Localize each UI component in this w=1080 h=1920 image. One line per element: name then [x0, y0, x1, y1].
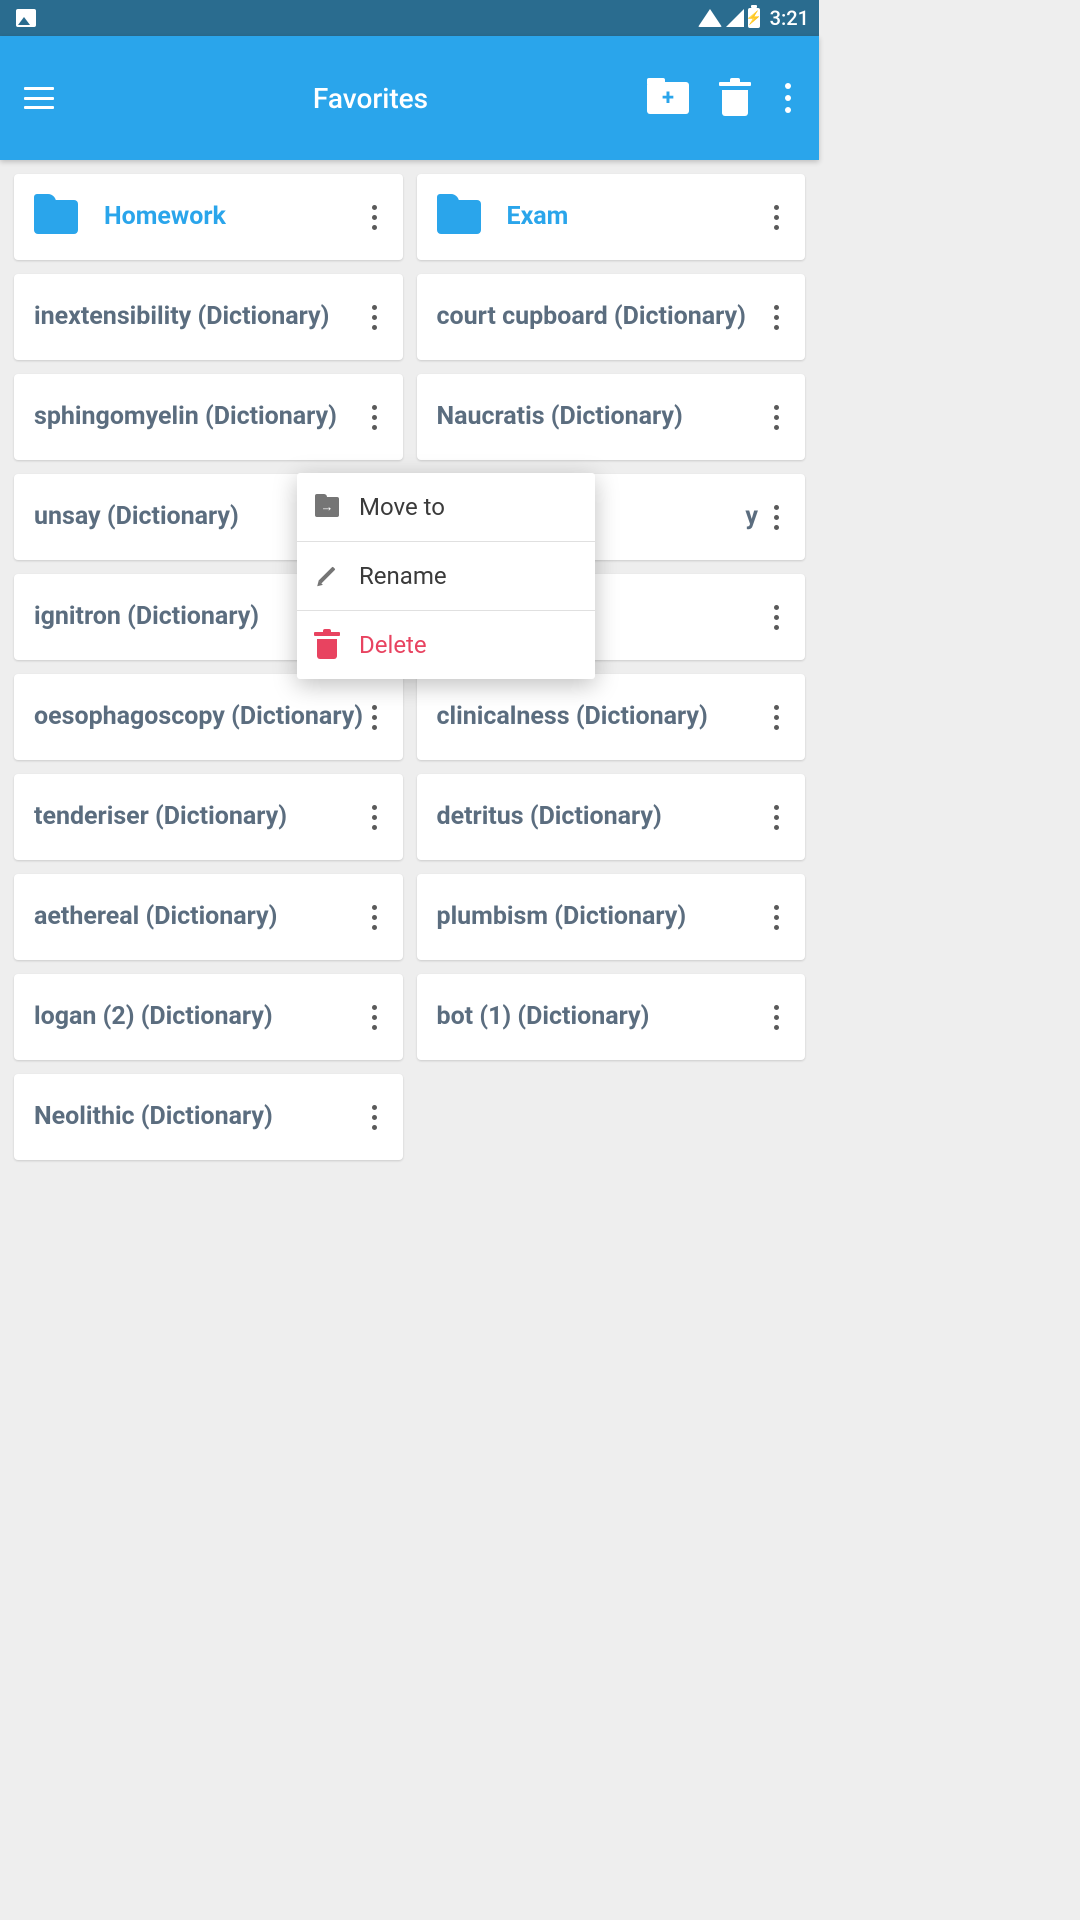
card-menu-icon[interactable] [768, 699, 785, 736]
menu-icon[interactable] [24, 87, 54, 109]
list-item[interactable]: aethereal (Dictionary) [14, 874, 403, 960]
more-icon[interactable] [781, 79, 795, 117]
app-title: Favorites [94, 82, 647, 115]
card-menu-icon[interactable] [768, 599, 785, 636]
list-item[interactable]: oesophagoscopy (Dictionary) [14, 674, 403, 760]
folder-card[interactable]: Exam [417, 174, 806, 260]
wifi-icon [698, 9, 722, 27]
list-item[interactable]: court cupboard (Dictionary) [417, 274, 806, 360]
item-title: inextensibility (Dictionary) [34, 301, 366, 334]
popup-rename[interactable]: Rename [297, 542, 595, 611]
list-item[interactable]: logan (2) (Dictionary) [14, 974, 403, 1060]
popup-delete-label: Delete [359, 631, 427, 659]
item-title: plumbism (Dictionary) [437, 901, 769, 934]
new-folder-icon[interactable] [647, 82, 689, 114]
card-menu-icon[interactable] [366, 299, 383, 336]
list-item[interactable]: plumbism (Dictionary) [417, 874, 806, 960]
list-item[interactable]: tenderiser (Dictionary) [14, 774, 403, 860]
item-title: detritus (Dictionary) [437, 801, 769, 834]
folder-title: Homework [104, 201, 366, 234]
card-menu-icon[interactable] [768, 299, 785, 336]
battery-charging-icon: ⚡ [748, 8, 760, 28]
card-menu-icon[interactable] [768, 399, 785, 436]
list-item[interactable]: Naucratis (Dictionary) [417, 374, 806, 460]
move-folder-icon [315, 495, 339, 519]
popup-rename-label: Rename [359, 562, 447, 590]
card-menu-icon[interactable] [366, 1099, 383, 1136]
context-popup: Move to Rename Delete [297, 473, 595, 679]
item-title: sphingomyelin (Dictionary) [34, 401, 366, 434]
card-menu-icon[interactable] [366, 199, 383, 236]
popup-move-label: Move to [359, 493, 445, 521]
trash-icon[interactable] [721, 82, 749, 114]
item-title: clinicalness (Dictionary) [437, 701, 769, 734]
status-bar: ⚡ 3:21 [0, 0, 819, 36]
card-menu-icon[interactable] [366, 999, 383, 1036]
popup-delete[interactable]: Delete [297, 611, 595, 679]
item-title: oesophagoscopy (Dictionary) [34, 701, 366, 734]
signal-icon [726, 9, 744, 27]
card-menu-icon[interactable] [768, 799, 785, 836]
folder-icon [34, 200, 78, 234]
card-menu-icon[interactable] [366, 899, 383, 936]
item-title: court cupboard (Dictionary) [437, 301, 769, 334]
card-menu-icon[interactable] [366, 399, 383, 436]
popup-move-to[interactable]: Move to [297, 473, 595, 542]
folder-card[interactable]: Homework [14, 174, 403, 260]
card-menu-icon[interactable] [366, 799, 383, 836]
app-bar: Favorites [0, 36, 819, 160]
item-title: aethereal (Dictionary) [34, 901, 366, 934]
app-bar-actions [647, 79, 795, 117]
pencil-icon [315, 564, 339, 588]
item-title: bot (1) (Dictionary) [437, 1001, 769, 1034]
list-item[interactable]: clinicalness (Dictionary) [417, 674, 806, 760]
status-time: 3:21 [770, 6, 809, 30]
trash-red-icon [315, 633, 339, 657]
status-left [10, 9, 698, 27]
folder-title: Exam [507, 201, 769, 234]
list-item[interactable]: Neolithic (Dictionary) [14, 1074, 403, 1160]
card-menu-icon[interactable] [366, 699, 383, 736]
item-title: tenderiser (Dictionary) [34, 801, 366, 834]
picture-icon [16, 9, 36, 27]
list-item[interactable]: bot (1) (Dictionary) [417, 974, 806, 1060]
card-menu-icon[interactable] [768, 199, 785, 236]
item-title: Naucratis (Dictionary) [437, 401, 769, 434]
status-right: ⚡ 3:21 [698, 6, 809, 30]
folder-icon [437, 200, 481, 234]
card-menu-icon[interactable] [768, 499, 785, 536]
card-menu-icon[interactable] [768, 899, 785, 936]
card-menu-icon[interactable] [768, 999, 785, 1036]
list-item[interactable]: detritus (Dictionary) [417, 774, 806, 860]
item-title: Neolithic (Dictionary) [34, 1101, 366, 1134]
list-item[interactable]: sphingomyelin (Dictionary) [14, 374, 403, 460]
list-item[interactable]: inextensibility (Dictionary) [14, 274, 403, 360]
item-title: logan (2) (Dictionary) [34, 1001, 366, 1034]
